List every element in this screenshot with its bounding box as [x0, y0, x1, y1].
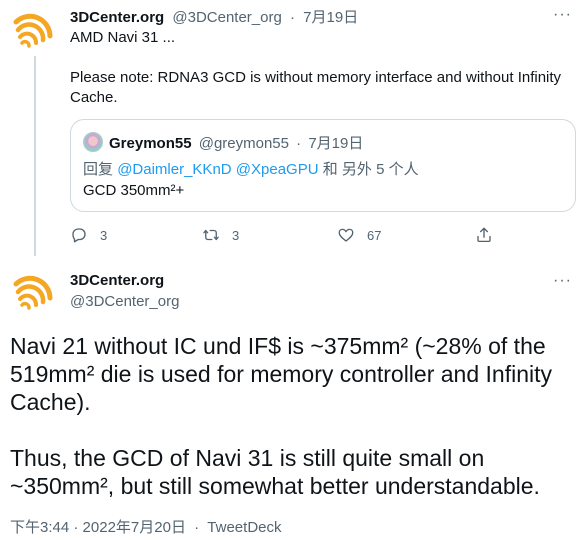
quoted-header: Greymon55 @greymon55 · 7月19日 — [109, 132, 363, 153]
quoted-author-handle: @greymon55 — [198, 135, 289, 152]
like-button[interactable]: 67 — [337, 226, 381, 244]
tweet-paragraph: Thus, the GCD of Navi 31 is still quite … — [10, 445, 540, 499]
separator: · — [73, 519, 79, 536]
tweet-date[interactable]: 7月19日 — [303, 9, 358, 26]
like-count: 67 — [367, 227, 382, 243]
author-name[interactable]: 3DCenter.org — [70, 9, 164, 26]
reply-button[interactable]: 3 — [70, 226, 107, 244]
3dcenter-logo-icon — [10, 268, 58, 316]
3dcenter-logo-icon — [10, 6, 58, 54]
quoted-tweet[interactable]: Greymon55 @greymon55 · 7月19日 回复 @Daimler… — [70, 119, 576, 212]
reply-suffix[interactable]: 和 另外 5 个人 — [323, 161, 419, 178]
tweet1-line1: AMD Navi 31 ... — [70, 29, 176, 46]
author-name[interactable]: 3DCenter.org — [70, 272, 164, 289]
more-horizontal-icon[interactable]: ··· — [553, 272, 572, 290]
tweet-paragraph: Navi 21 without IC und IF$ is ~375mm² (~… — [10, 333, 552, 415]
tweet-source: TweetDeck — [207, 519, 282, 536]
main-tweet-text: Navi 21 without IC und IF$ is ~375mm² (~… — [10, 332, 576, 500]
quoted-date: 7月19日 — [308, 135, 364, 152]
retweet-count: 3 — [232, 227, 240, 243]
author-handle[interactable]: @3DCenter_org — [70, 293, 179, 310]
tweet1-text: AMD Navi 31 ... Please note: RDNA3 GCD i… — [70, 28, 570, 108]
tweet1-header: 3DCenter.org @3DCenter_org · 7月19日 — [70, 6, 358, 27]
heart-icon — [338, 228, 354, 242]
retweet-icon — [203, 229, 219, 241]
tweet-time[interactable]: 下午3:44 — [10, 519, 69, 536]
separator: · — [194, 519, 200, 536]
thread-line — [34, 56, 36, 256]
tweet1-line2: Please note: RDNA3 GCD is without memory… — [70, 69, 562, 106]
author-handle[interactable]: @3DCenter_org — [172, 9, 281, 26]
reply-icon — [72, 228, 86, 243]
avatar[interactable] — [10, 268, 58, 316]
mention-link[interactable]: @XpeaGPU — [236, 161, 319, 178]
avatar[interactable] — [10, 6, 58, 54]
tweet-actions: 3 3 67 — [70, 226, 500, 246]
reply-count: 3 — [100, 227, 108, 243]
quoted-author-name: Greymon55 — [109, 135, 192, 152]
reply-prefix: 回复 — [83, 161, 114, 178]
separator: · — [296, 135, 302, 152]
share-button[interactable] — [475, 226, 493, 244]
retweet-button[interactable]: 3 — [202, 226, 239, 244]
share-icon — [477, 227, 491, 243]
mention-link[interactable]: @Daimler_KKnD — [117, 161, 231, 178]
tweet-metadata: 下午3:44 · 2022年7月20日 · TweetDeck — [10, 516, 282, 537]
tweet-date[interactable]: 2022年7月20日 — [83, 519, 186, 536]
reply-context: 回复 @Daimler_KKnD @XpeaGPU 和 另外 5 个人 — [83, 158, 419, 179]
separator: · — [290, 9, 295, 26]
quoted-text: GCD 350mm²+ — [83, 182, 185, 199]
quoted-avatar[interactable] — [83, 132, 103, 152]
more-horizontal-icon[interactable]: ··· — [553, 6, 572, 24]
